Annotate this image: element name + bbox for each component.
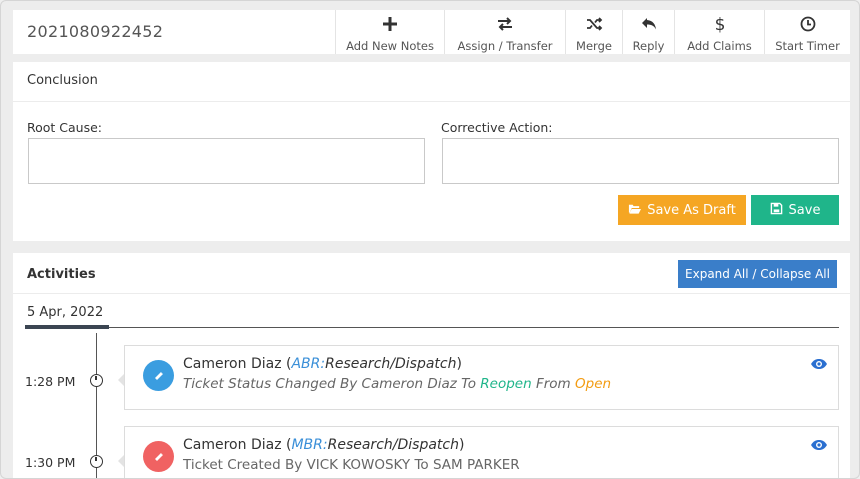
corrective-action-input[interactable]: [442, 138, 839, 184]
reply-icon: [640, 15, 658, 37]
eye-icon[interactable]: [810, 436, 828, 450]
status-from: Open: [575, 376, 612, 392]
date-underline: [25, 325, 109, 329]
svg-text:$: $: [714, 15, 725, 33]
activities-title: Activities: [27, 267, 96, 282]
assign-transfer-button[interactable]: Assign / Transfer: [444, 10, 565, 54]
entry-code: MBR:: [291, 437, 328, 453]
entry-role: Research/Dispatch: [325, 356, 457, 372]
entry-author: Cameron Diaz (MBR:Research/Dispatch): [183, 437, 465, 453]
conclusion-title: Conclusion: [27, 73, 98, 88]
entry-role: Research/Dispatch: [327, 437, 459, 453]
expand-collapse-button[interactable]: Expand All / Collapse All: [678, 260, 837, 288]
divider: [13, 101, 850, 102]
add-new-notes-button[interactable]: Add New Notes: [335, 10, 444, 54]
save-label: Save: [788, 202, 821, 218]
shuffle-icon: [585, 15, 603, 37]
divider: [13, 293, 850, 294]
save-button[interactable]: Save: [751, 195, 839, 225]
entry-code: ABR:: [291, 356, 326, 372]
activities-panel: Activities Expand All / Collapse All 5 A…: [13, 253, 850, 478]
clock-icon: [90, 374, 103, 387]
entry-description: Ticket Status Changed By Cameron Diaz To…: [183, 376, 612, 392]
entry-time: 1:28 PM: [25, 374, 76, 389]
add-claims-button[interactable]: $ Add Claims: [674, 10, 764, 54]
ticket-header: 2021080922452 Add New Notes Assign / Tra…: [13, 10, 850, 54]
conclusion-panel: Conclusion Root Cause: Corrective Action…: [13, 62, 850, 241]
save-as-draft-label: Save As Draft: [647, 202, 736, 218]
entry-time: 1:30 PM: [25, 455, 76, 470]
activity-entry: Cameron Diaz (ABR:Research/Dispatch) Tic…: [124, 345, 839, 410]
ticket-avatar-icon: [143, 360, 174, 391]
activity-entry: Cameron Diaz (MBR:Research/Dispatch) Tic…: [124, 426, 839, 478]
start-timer-label: Start Timer: [775, 39, 840, 53]
clock-icon: [90, 455, 103, 468]
entry-author: Cameron Diaz (ABR:Research/Dispatch): [183, 356, 462, 372]
save-as-draft-button[interactable]: Save As Draft: [618, 195, 746, 225]
reply-label: Reply: [632, 39, 665, 53]
timeline-date: 5 Apr, 2022: [27, 305, 104, 320]
folder-open-icon: [628, 202, 642, 219]
start-timer-button[interactable]: Start Timer: [764, 10, 850, 54]
eye-icon[interactable]: [810, 355, 828, 369]
clock-icon: [799, 15, 817, 37]
corrective-action-label: Corrective Action:: [441, 120, 553, 135]
floppy-icon: [770, 202, 783, 219]
date-separator: [27, 327, 839, 328]
root-cause-label: Root Cause:: [27, 120, 103, 135]
window-frame: 2021080922452 Add New Notes Assign / Tra…: [0, 0, 860, 479]
reply-button[interactable]: Reply: [622, 10, 674, 54]
ticket-avatar-icon: [143, 441, 174, 472]
root-cause-input[interactable]: [28, 138, 425, 184]
transfer-icon: [496, 15, 514, 37]
entry-description: Ticket Created By VICK KOWOSKY To SAM PA…: [183, 457, 520, 473]
plus-icon: [381, 15, 399, 37]
merge-button[interactable]: Merge: [565, 10, 622, 54]
dollar-icon: $: [711, 15, 729, 37]
merge-label: Merge: [576, 39, 612, 53]
ticket-id: 2021080922452: [27, 22, 164, 41]
assign-transfer-label: Assign / Transfer: [457, 39, 553, 53]
add-claims-label: Add Claims: [687, 39, 752, 53]
add-new-notes-label: Add New Notes: [346, 39, 434, 53]
status-to: Reopen: [480, 376, 532, 392]
